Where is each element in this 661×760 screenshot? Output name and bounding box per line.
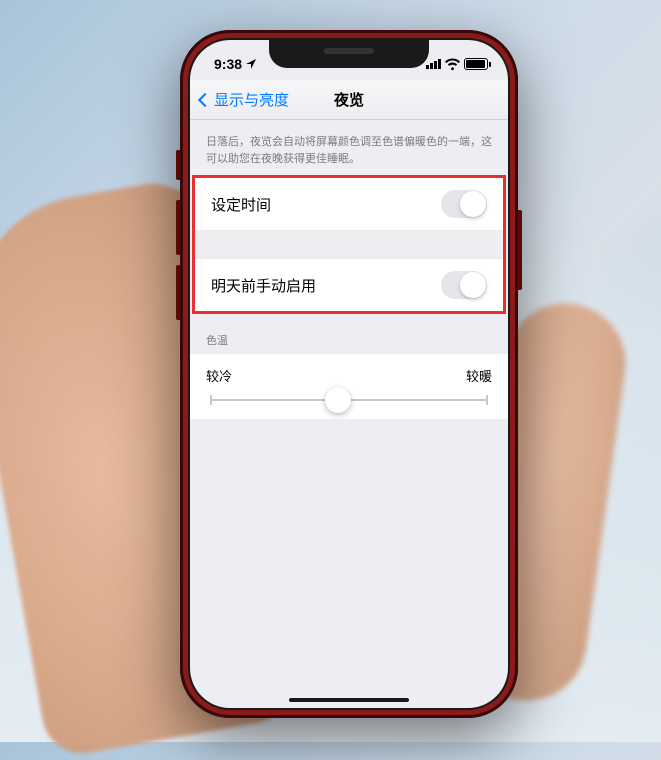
back-button[interactable]: 显示与亮度 xyxy=(200,89,289,110)
section-description: 日落后，夜览会自动将屏幕颜色调至色谱偏暖色的一端，这可以助您在夜晚获得更佳睡眠。 xyxy=(190,120,508,175)
slider-knob[interactable] xyxy=(325,387,351,413)
wifi-icon xyxy=(445,57,460,72)
manual-enable-row[interactable]: 明天前手动启用 xyxy=(195,259,503,311)
schedule-row[interactable]: 设定时间 xyxy=(195,178,503,231)
color-temp-section-label: 色温 xyxy=(190,314,508,354)
cold-label: 较冷 xyxy=(206,366,232,385)
home-indicator[interactable] xyxy=(289,698,409,702)
back-label: 显示与亮度 xyxy=(214,89,289,110)
color-temp-row: 较冷 较暖 xyxy=(190,354,508,419)
manual-enable-label: 明天前手动启用 xyxy=(211,275,316,296)
notch xyxy=(269,40,429,68)
color-temp-slider[interactable] xyxy=(210,399,488,401)
phone-frame: 9:38 显示与亮度 夜览 日落后，夜览会自动将屏幕颜色调至色谱偏暖色的一端 xyxy=(180,30,518,718)
screen: 9:38 显示与亮度 夜览 日落后，夜览会自动将屏幕颜色调至色谱偏暖色的一端 xyxy=(190,40,508,708)
schedule-label: 设定时间 xyxy=(211,194,271,215)
cellular-signal-icon xyxy=(426,59,441,69)
chevron-left-icon xyxy=(198,92,212,106)
nav-bar: 显示与亮度 夜览 xyxy=(190,80,508,120)
battery-icon xyxy=(464,58,488,70)
highlighted-settings-group: 设定时间 明天前手动启用 xyxy=(192,175,506,314)
schedule-toggle[interactable] xyxy=(441,190,487,218)
status-time: 9:38 xyxy=(214,56,242,72)
location-icon xyxy=(246,56,256,72)
manual-enable-toggle[interactable] xyxy=(441,271,487,299)
group-spacer xyxy=(195,231,503,259)
warm-label: 较暖 xyxy=(466,366,492,385)
page-title: 夜览 xyxy=(334,89,364,110)
